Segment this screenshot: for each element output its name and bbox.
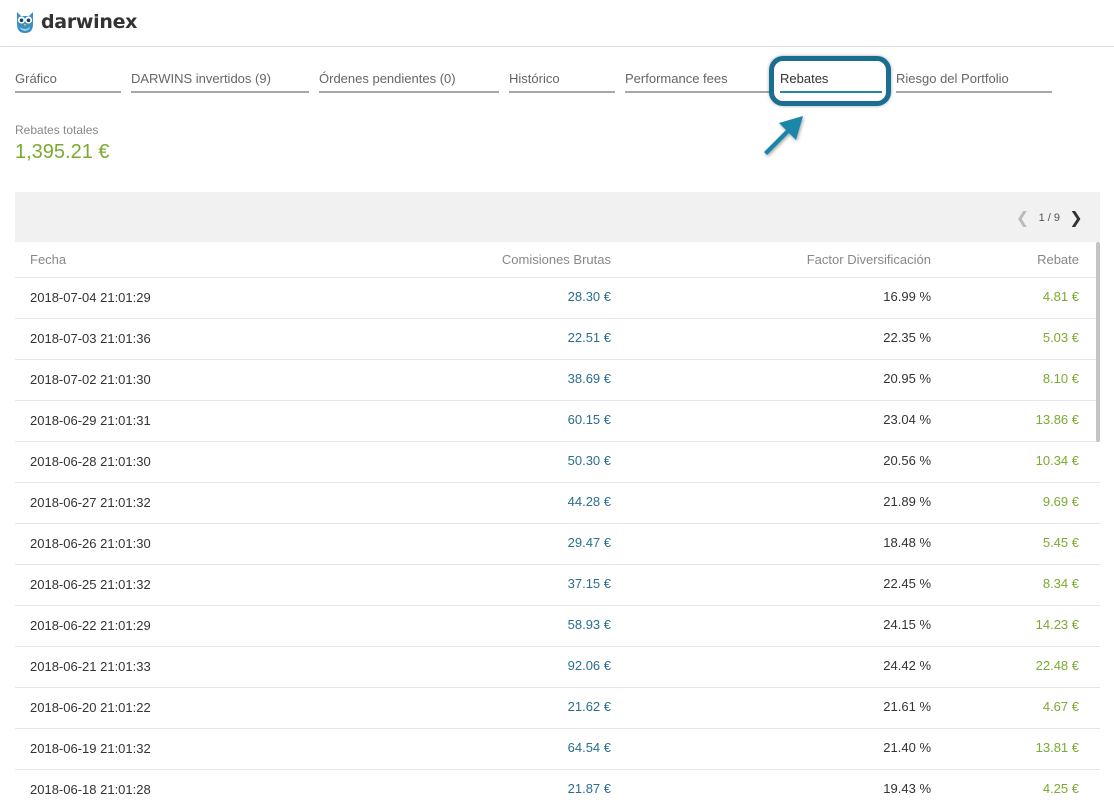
table-row[interactable]: 2018-06-25 21:01:32 37.15 € 22.45 % 8.34 € (15, 565, 1100, 606)
cell-fecha: 2018-06-20 21:01:22 (30, 700, 151, 715)
cell-factor-diversificacion: 24.15 % (883, 617, 931, 632)
table-header: Fecha Comisiones Brutas Factor Diversifi… (15, 242, 1100, 278)
cell-comisiones-brutas: 50.30 € (567, 453, 611, 468)
cell-rebate: 8.10 € (1042, 371, 1079, 386)
cell-fecha: 2018-06-21 21:01:33 (30, 659, 151, 674)
header-rebate[interactable]: Rebate (1037, 252, 1079, 267)
cell-comisiones-brutas: 29.47 € (567, 535, 611, 550)
cell-rebate: 14.23 € (1035, 617, 1079, 632)
header-comisiones-brutas[interactable]: Comisiones Brutas (502, 252, 611, 267)
tab-darwins-invertidos[interactable]: DARWINS invertidos (9) (131, 70, 309, 93)
rebates-total-value: 1,395.21 € (15, 141, 110, 163)
cell-comisiones-brutas: 21.62 € (567, 699, 611, 714)
header-factor-diversificacion[interactable]: Factor Diversificación (807, 252, 931, 267)
cell-factor-diversificacion: 16.99 % (883, 289, 931, 304)
owl-icon (14, 10, 36, 34)
tab-grafico[interactable]: Gráfico (15, 70, 121, 93)
cell-comisiones-brutas: 60.15 € (567, 412, 611, 427)
brand-name: darwinex (41, 11, 138, 33)
cell-comisiones-brutas: 28.30 € (567, 289, 611, 304)
table-row[interactable]: 2018-06-21 21:01:33 92.06 € 24.42 % 22.48 € (15, 647, 1100, 688)
tab-historico[interactable]: Histórico (509, 70, 615, 93)
cell-fecha: 2018-07-02 21:01:30 (30, 372, 151, 387)
chevron-right-icon[interactable]: ❯ (1068, 208, 1084, 228)
table-row[interactable]: 2018-06-18 21:01:28 21.87 € 19.43 % 4.25 € (15, 770, 1100, 807)
cell-comisiones-brutas: 21.87 € (567, 781, 611, 796)
cell-comisiones-brutas: 38.69 € (567, 371, 611, 386)
cell-rebate: 4.67 € (1042, 699, 1079, 714)
table-body: 2018-07-04 21:01:29 28.30 €16.99 % 4.81 €2… (15, 278, 1100, 807)
page-indicator: 1 / 9 (1038, 212, 1060, 224)
table-row[interactable]: 2018-07-03 21:01:36 22.51 € 22.35 % 5.03 € (15, 319, 1100, 360)
cell-rebate: 8.34 € (1042, 576, 1079, 591)
table-row[interactable]: 2018-06-29 21:01:31 60.15 € 23.04 % 13.86 € (15, 401, 1100, 442)
table-row[interactable]: 2018-06-22 21:01:29 58.93 € 24.15 % 14.23 € (15, 606, 1100, 647)
cell-rebate: 4.81 € (1042, 289, 1079, 304)
table-row[interactable]: 2018-06-19 21:01:32 64.54 € 21.40 % 13.81 € (15, 729, 1100, 770)
table-row[interactable]: 2018-07-02 21:01:30 38.69 € 20.95 % 8.10 € (15, 360, 1100, 401)
cell-comisiones-brutas: 22.51 € (567, 330, 611, 345)
cell-factor-diversificacion: 20.95 % (883, 371, 931, 386)
cell-factor-diversificacion: 21.89 % (883, 494, 931, 509)
cell-factor-diversificacion: 23.04 % (883, 412, 931, 427)
cell-factor-diversificacion: 19.43 % (883, 781, 931, 796)
cell-factor-diversificacion: 20.56 % (883, 453, 931, 468)
cell-rebate: 9.69 € (1042, 494, 1079, 509)
arrow-pointer-icon (756, 108, 808, 165)
cell-factor-diversificacion: 24.42 % (883, 658, 931, 673)
pagination: ❮ 1 / 9 ❯ (1015, 208, 1084, 228)
scrollbar-thumb[interactable] (1096, 242, 1100, 442)
cell-fecha: 2018-06-26 21:01:30 (30, 536, 151, 551)
cell-fecha: 2018-06-19 21:01:32 (30, 741, 151, 756)
cell-rebate: 10.34 € (1035, 453, 1079, 468)
cell-fecha: 2018-06-29 21:01:31 (30, 413, 151, 428)
header-fecha[interactable]: Fecha (30, 252, 66, 267)
cell-factor-diversificacion: 21.40 % (883, 740, 931, 755)
cell-comisiones-brutas: 44.28 € (567, 494, 611, 509)
top-header: darwinex (0, 0, 1114, 47)
table-row[interactable]: 2018-06-27 21:01:32 44.28 € 21.89 % 9.69 € (15, 483, 1100, 524)
cell-comisiones-brutas: 58.93 € (567, 617, 611, 632)
tab-rebates[interactable]: Rebates (780, 70, 882, 93)
table-row[interactable]: 2018-06-20 21:01:22 21.62 € 21.61 % 4.67 € (15, 688, 1100, 729)
cell-rebate: 5.45 € (1042, 535, 1079, 550)
cell-rebate: 5.03 € (1042, 330, 1079, 345)
cell-rebate: 13.86 € (1035, 412, 1079, 427)
table-row[interactable]: 2018-06-28 21:01:30 50.30 € 20.56 % 10.34 € (15, 442, 1100, 483)
cell-fecha: 2018-06-25 21:01:32 (30, 577, 151, 592)
cell-factor-diversificacion: 21.61 % (883, 699, 931, 714)
cell-fecha: 2018-06-27 21:01:32 (30, 495, 151, 510)
pagination-bar: ❮ 1 / 9 ❯ (15, 192, 1100, 242)
cell-factor-diversificacion: 22.45 % (883, 576, 931, 591)
cell-fecha: 2018-06-28 21:01:30 (30, 454, 151, 469)
cell-comisiones-brutas: 92.06 € (567, 658, 611, 673)
cell-fecha: 2018-07-03 21:01:36 (30, 331, 151, 346)
cell-factor-diversificacion: 22.35 % (883, 330, 931, 345)
cell-comisiones-brutas: 64.54 € (567, 740, 611, 755)
tab-riesgo-del-portfolio[interactable]: Riesgo del Portfolio (896, 70, 1052, 93)
table-row[interactable]: 2018-06-26 21:01:30 29.47 € 18.48 % 5.45 € (15, 524, 1100, 565)
cell-comisiones-brutas: 37.15 € (567, 576, 611, 591)
cell-fecha: 2018-06-18 21:01:28 (30, 782, 151, 797)
tab-ordenes-pendientes[interactable]: Órdenes pendientes (0) (319, 70, 499, 93)
table-row[interactable]: 2018-07-04 21:01:29 28.30 € 16.99 % 4.81 € (15, 278, 1100, 319)
cell-fecha: 2018-06-22 21:01:29 (30, 618, 151, 633)
rebates-total-label: Rebates totales (15, 123, 99, 137)
cell-rebate: 4.25 € (1042, 781, 1079, 796)
cell-rebate: 13.81 € (1035, 740, 1079, 755)
cell-rebate: 22.48 € (1035, 658, 1079, 673)
cell-factor-diversificacion: 18.48 % (883, 535, 931, 550)
chevron-left-icon[interactable]: ❮ (1015, 208, 1031, 228)
cell-fecha: 2018-07-04 21:01:29 (30, 290, 151, 305)
brand-logo[interactable]: darwinex (14, 10, 137, 34)
tab-performance-fees[interactable]: Performance fees (625, 70, 770, 93)
rebates-table: Fecha Comisiones Brutas Factor Diversifi… (15, 242, 1100, 807)
